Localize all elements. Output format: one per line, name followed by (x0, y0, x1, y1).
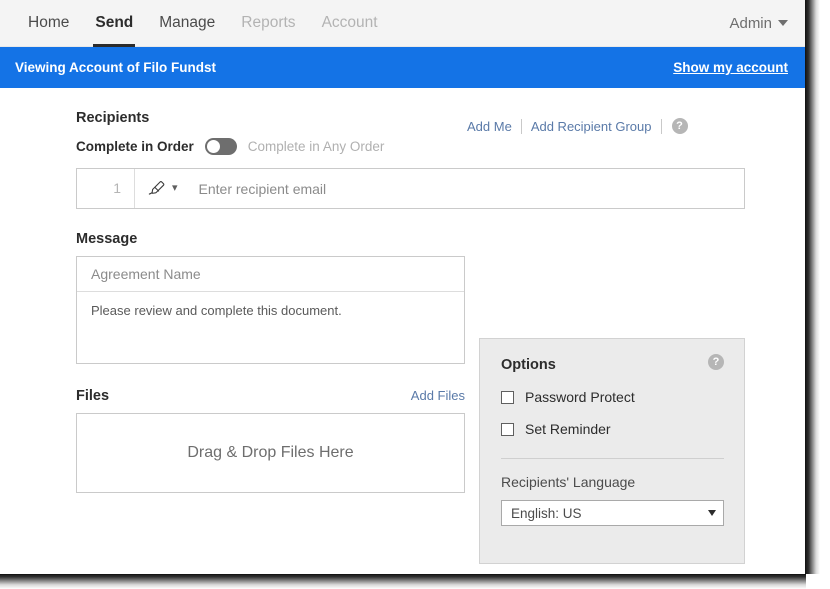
password-protect-label: Password Protect (525, 389, 635, 405)
banner-text: Viewing Account of Filo Fundst (15, 60, 216, 75)
password-protect-checkbox[interactable] (501, 390, 514, 404)
window-shadow-bottom (0, 574, 820, 589)
options-help-icon[interactable]: ? (708, 354, 724, 370)
nav-item-manage[interactable]: Manage (146, 0, 228, 47)
recipients-language-value: English: US (511, 505, 582, 521)
message-textarea[interactable]: Please review and complete this document… (77, 292, 464, 363)
complete-order-toggle[interactable] (204, 137, 237, 155)
recipient-index: 1 (77, 169, 135, 208)
admin-menu-label: Admin (729, 14, 772, 32)
files-title: Files (76, 388, 110, 404)
nav-item-reports[interactable]: Reports (228, 0, 308, 47)
files-section: Files Add Files Drag & Drop Files Here (76, 388, 465, 493)
toggle-knob (206, 139, 220, 153)
agreement-name-input[interactable]: Agreement Name (77, 257, 464, 292)
message-section: Message Agreement Name Please review and… (76, 231, 465, 364)
message-title: Message (76, 231, 138, 247)
add-files-link[interactable]: Add Files (411, 388, 465, 403)
action-divider-2 (660, 118, 662, 134)
options-header: Options ? (501, 354, 724, 373)
recipient-row: 1 ▾ Enter recipient email (76, 168, 745, 209)
recipients-language-select[interactable]: English: US (501, 500, 724, 526)
window-shadow-right (806, 0, 820, 578)
screenshot-root: Home Send Manage Reports Account Admin V… (0, 0, 830, 589)
complete-order-toggle-row: Complete in Order Complete in Any Order (76, 135, 465, 157)
option-password-protect[interactable]: Password Protect (501, 389, 724, 405)
top-navigation-bar: Home Send Manage Reports Account Admin (0, 0, 805, 47)
set-reminder-label: Set Reminder (525, 421, 611, 437)
admin-menu[interactable]: Admin (729, 15, 805, 32)
recipients-language-label: Recipients' Language (501, 474, 636, 490)
chevron-down-icon: ▾ (172, 182, 178, 194)
viewing-account-banner: Viewing Account of Filo Fundst Show my a… (0, 47, 805, 88)
nav-item-send[interactable]: Send (82, 0, 146, 47)
files-header: Files Add Files (76, 388, 465, 404)
chevron-down-icon (778, 20, 788, 26)
recipients-title: Recipients (76, 110, 150, 126)
signature-pen-icon (148, 181, 165, 195)
recipients-section: Recipients Complete in Order Complete in… (76, 110, 465, 157)
options-divider (501, 458, 724, 459)
recipients-help-icon[interactable]: ? (671, 118, 688, 134)
complete-any-order-label: Complete in Any Order (247, 138, 385, 154)
add-me-link[interactable]: Add Me (458, 119, 521, 134)
recipient-actions: Add Me Add Recipient Group ? (458, 118, 688, 134)
options-title: Options (501, 357, 556, 373)
app-window: Home Send Manage Reports Account Admin V… (0, 0, 806, 575)
options-panel: Options ? Password Protect Set Reminder … (479, 338, 745, 564)
complete-in-order-label: Complete in Order (76, 138, 194, 154)
banner-account-name: Filo Fundst (143, 60, 216, 75)
nav-item-home[interactable]: Home (15, 0, 82, 47)
option-set-reminder[interactable]: Set Reminder (501, 421, 724, 437)
chevron-down-icon (708, 510, 716, 516)
recipient-role-selector[interactable]: ▾ (135, 169, 188, 208)
nav-item-account[interactable]: Account (309, 0, 391, 47)
recipient-email-input[interactable]: Enter recipient email (188, 181, 744, 197)
window-shadow-corner (806, 574, 830, 589)
show-my-account-link[interactable]: Show my account (673, 60, 788, 75)
set-reminder-checkbox[interactable] (501, 422, 514, 436)
file-dropzone[interactable]: Drag & Drop Files Here (76, 413, 465, 493)
add-recipient-group-link[interactable]: Add Recipient Group (522, 119, 661, 134)
message-box: Agreement Name Please review and complet… (76, 256, 465, 364)
banner-prefix: Viewing Account of (15, 60, 144, 75)
send-form: Recipients Complete in Order Complete in… (0, 88, 805, 564)
